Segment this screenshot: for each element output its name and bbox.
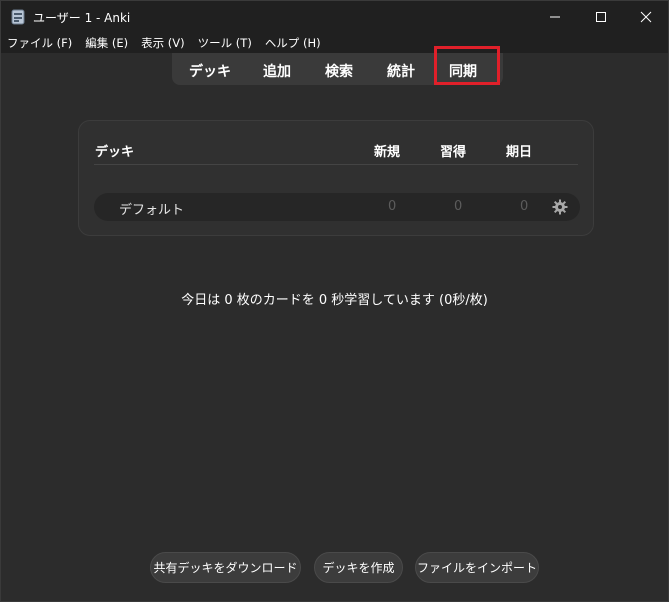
due-count: 0: [520, 199, 529, 214]
deck-row[interactable]: デフォルト 0 0 0: [94, 193, 580, 221]
close-icon: [640, 11, 652, 23]
new-count: 0: [388, 199, 397, 214]
menu-help[interactable]: ヘルプ (H): [265, 35, 321, 51]
minimize-button[interactable]: [532, 1, 578, 33]
sync-highlight-box: [434, 46, 500, 85]
menu-bar: ファイル (F) 編集 (E) 表示 (V) ツール (T) ヘルプ (H): [1, 33, 668, 53]
study-stats-text: 今日は 0 枚のカードを 0 秒学習しています (0秒/枚): [181, 293, 488, 308]
toolbar-decks-button[interactable]: デッキ: [189, 61, 231, 81]
anki-main-window: ユーザー 1 - Anki ファイル (F) 編集 (E) 表示 (V) ツール…: [0, 0, 669, 602]
learn-count: 0: [454, 199, 463, 214]
header-learn: 習得: [440, 145, 467, 160]
close-button[interactable]: [623, 1, 668, 33]
gear-icon[interactable]: [552, 199, 568, 215]
deck-list-panel: デッキ 新規 習得 期日 デフォルト 0 0 0: [78, 120, 594, 236]
minimize-icon: [550, 16, 560, 18]
title-bar[interactable]: ユーザー 1 - Anki: [1, 1, 668, 33]
menu-file[interactable]: ファイル (F): [7, 35, 72, 51]
menu-edit[interactable]: 編集 (E): [85, 35, 128, 51]
header-new: 新規: [374, 145, 401, 160]
import-file-button[interactable]: ファイルをインポート: [415, 552, 539, 583]
deck-name-link[interactable]: デフォルト: [119, 199, 184, 218]
toolbar-stats-button[interactable]: 統計: [387, 61, 415, 81]
header-deck: デッキ: [95, 145, 135, 160]
anki-app-icon: [11, 9, 25, 25]
menu-tools[interactable]: ツール (T): [198, 35, 252, 51]
toolbar-browse-button[interactable]: 検索: [325, 61, 353, 81]
maximize-icon: [596, 12, 606, 22]
get-shared-decks-button[interactable]: 共有デッキをダウンロード: [150, 552, 301, 583]
window-title: ユーザー 1 - Anki: [33, 11, 131, 25]
menu-view[interactable]: 表示 (V): [141, 35, 185, 51]
header-due: 期日: [506, 145, 533, 160]
maximize-button[interactable]: [578, 1, 624, 33]
header-divider: [94, 164, 578, 165]
toolbar-add-button[interactable]: 追加: [263, 61, 291, 81]
create-deck-button[interactable]: デッキを作成: [314, 552, 403, 583]
